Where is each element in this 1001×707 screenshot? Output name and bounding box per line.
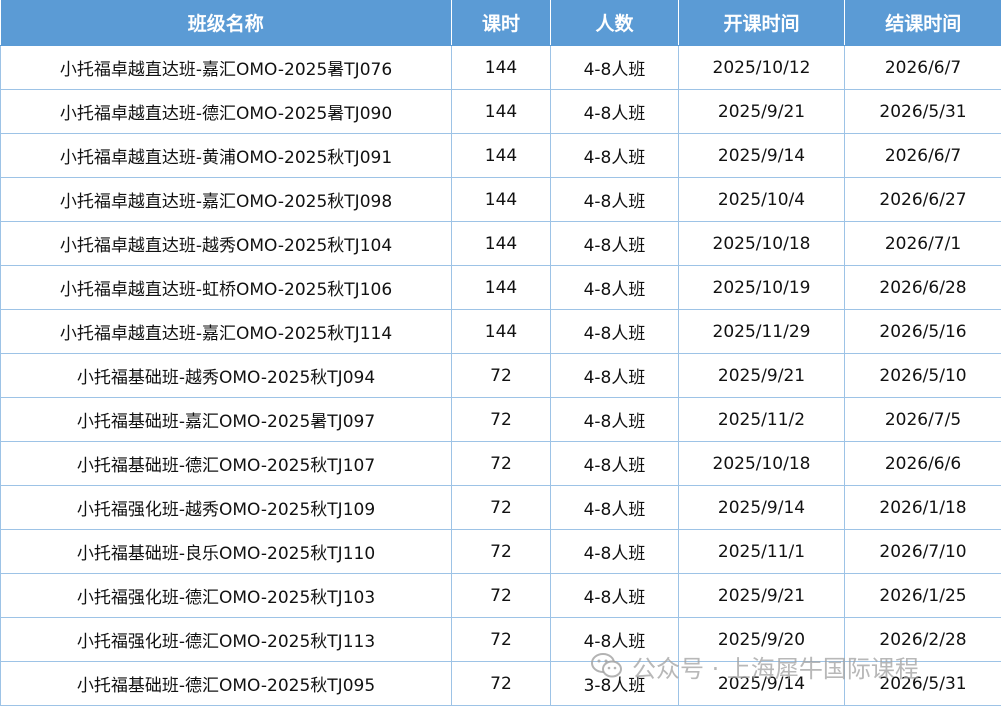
class-name-cell: 小托福卓越直达班-嘉汇OMO-2025秋TJ098 xyxy=(0,177,452,222)
size-cell: 4-8人班 xyxy=(550,45,679,90)
start-date-cell: 2025/9/14 xyxy=(678,485,845,530)
start-date-cell: 2025/10/18 xyxy=(678,441,845,486)
class-name-cell: 小托福强化班-越秀OMO-2025秋TJ109 xyxy=(0,485,452,530)
end-date-cell: 2026/7/10 xyxy=(844,529,1001,574)
size-cell: 4-8人班 xyxy=(550,617,679,662)
hours-cell: 144 xyxy=(451,89,551,134)
end-date-cell: 2026/5/16 xyxy=(844,309,1001,354)
size-cell: 4-8人班 xyxy=(550,529,679,574)
end-date-cell: 2026/7/1 xyxy=(844,221,1001,266)
hours-cell: 72 xyxy=(451,397,551,442)
hours-cell: 144 xyxy=(451,45,551,90)
size-cell: 4-8人班 xyxy=(550,177,679,222)
start-date-cell: 2025/9/21 xyxy=(678,89,845,134)
header-end-date: 结课时间 xyxy=(844,0,1001,46)
end-date-cell: 2026/2/28 xyxy=(844,617,1001,662)
end-date-cell: 2026/6/7 xyxy=(844,45,1001,90)
class-name-cell: 小托福基础班-德汇OMO-2025秋TJ095 xyxy=(0,661,452,706)
header-size: 人数 xyxy=(550,0,679,46)
class-schedule-table: 班级名称 课时 人数 开课时间 结课时间 小托福卓越直达班-嘉汇OMO-2025… xyxy=(0,0,1001,706)
start-date-cell: 2025/11/2 xyxy=(678,397,845,442)
end-date-cell: 2026/6/28 xyxy=(844,265,1001,310)
size-cell: 4-8人班 xyxy=(550,353,679,398)
table-row: 小托福基础班-良乐OMO-2025秋TJ110 72 4-8人班 2025/11/1 2… xyxy=(0,529,1001,574)
size-cell: 4-8人班 xyxy=(550,573,679,618)
hours-cell: 72 xyxy=(451,485,551,530)
hours-cell: 72 xyxy=(451,661,551,706)
hours-cell: 144 xyxy=(451,309,551,354)
table-header: 班级名称 课时 人数 开课时间 结课时间 xyxy=(0,0,1001,46)
start-date-cell: 2025/9/21 xyxy=(678,353,845,398)
class-name-cell: 小托福卓越直达班-虹桥OMO-2025秋TJ106 xyxy=(0,265,452,310)
size-cell: 4-8人班 xyxy=(550,397,679,442)
table-row: 小托福基础班-德汇OMO-2025秋TJ095 72 3-8人班 2025/9/14 2… xyxy=(0,661,1001,706)
header-class-name: 班级名称 xyxy=(0,0,452,46)
table-row: 小托福基础班-越秀OMO-2025秋TJ094 72 4-8人班 2025/9/21 2… xyxy=(0,353,1001,398)
table-row: 小托福强化班-德汇OMO-2025秋TJ113 72 4-8人班 2025/9/20 2… xyxy=(0,617,1001,662)
hours-cell: 72 xyxy=(451,573,551,618)
start-date-cell: 2025/9/14 xyxy=(678,133,845,178)
class-name-cell: 小托福卓越直达班-嘉汇OMO-2025秋TJ114 xyxy=(0,309,452,354)
start-date-cell: 2025/11/1 xyxy=(678,529,845,574)
end-date-cell: 2026/6/6 xyxy=(844,441,1001,486)
table-row: 小托福强化班-越秀OMO-2025秋TJ109 72 4-8人班 2025/9/14 2… xyxy=(0,485,1001,530)
end-date-cell: 2026/5/31 xyxy=(844,661,1001,706)
header-start-date: 开课时间 xyxy=(678,0,845,46)
header-row: 班级名称 课时 人数 开课时间 结课时间 xyxy=(0,0,1001,46)
start-date-cell: 2025/9/21 xyxy=(678,573,845,618)
size-cell: 4-8人班 xyxy=(550,221,679,266)
table-row: 小托福卓越直达班-德汇OMO-2025暑TJ090 144 4-8人班 2025/9/… xyxy=(0,89,1001,134)
size-cell: 4-8人班 xyxy=(550,309,679,354)
table-row: 小托福卓越直达班-虹桥OMO-2025秋TJ106 144 4-8人班 2025/10… xyxy=(0,265,1001,310)
start-date-cell: 2025/10/18 xyxy=(678,221,845,266)
class-name-cell: 小托福卓越直达班-黄浦OMO-2025秋TJ091 xyxy=(0,133,452,178)
hours-cell: 144 xyxy=(451,265,551,310)
end-date-cell: 2026/6/27 xyxy=(844,177,1001,222)
class-name-cell: 小托福基础班-德汇OMO-2025秋TJ107 xyxy=(0,441,452,486)
size-cell: 3-8人班 xyxy=(550,661,679,706)
start-date-cell: 2025/10/19 xyxy=(678,265,845,310)
class-name-cell: 小托福卓越直达班-嘉汇OMO-2025暑TJ076 xyxy=(0,45,452,90)
end-date-cell: 2026/7/5 xyxy=(844,397,1001,442)
class-name-cell: 小托福强化班-德汇OMO-2025秋TJ113 xyxy=(0,617,452,662)
hours-cell: 72 xyxy=(451,353,551,398)
header-hours: 课时 xyxy=(451,0,551,46)
table-row: 小托福基础班-德汇OMO-2025秋TJ107 72 4-8人班 2025/10/18… xyxy=(0,441,1001,486)
end-date-cell: 2026/5/10 xyxy=(844,353,1001,398)
start-date-cell: 2025/11/29 xyxy=(678,309,845,354)
table-row: 小托福强化班-德汇OMO-2025秋TJ103 72 4-8人班 2025/9/21 2… xyxy=(0,573,1001,618)
class-name-cell: 小托福卓越直达班-德汇OMO-2025暑TJ090 xyxy=(0,89,452,134)
hours-cell: 72 xyxy=(451,441,551,486)
hours-cell: 144 xyxy=(451,221,551,266)
class-name-cell: 小托福基础班-越秀OMO-2025秋TJ094 xyxy=(0,353,452,398)
end-date-cell: 2026/6/7 xyxy=(844,133,1001,178)
table-row: 小托福卓越直达班-越秀OMO-2025秋TJ104 144 4-8人班 2025/10… xyxy=(0,221,1001,266)
table-row: 小托福基础班-嘉汇OMO-2025暑TJ097 72 4-8人班 2025/11/2 2… xyxy=(0,397,1001,442)
table-row: 小托福卓越直达班-黄浦OMO-2025秋TJ091 144 4-8人班 2025/9/… xyxy=(0,133,1001,178)
hours-cell: 72 xyxy=(451,529,551,574)
table-row: 小托福卓越直达班-嘉汇OMO-2025暑TJ076 144 4-8人班 2025/10… xyxy=(0,45,1001,90)
class-name-cell: 小托福卓越直达班-越秀OMO-2025秋TJ104 xyxy=(0,221,452,266)
end-date-cell: 2026/1/25 xyxy=(844,573,1001,618)
class-name-cell: 小托福强化班-德汇OMO-2025秋TJ103 xyxy=(0,573,452,618)
size-cell: 4-8人班 xyxy=(550,89,679,134)
start-date-cell: 2025/10/12 xyxy=(678,45,845,90)
start-date-cell: 2025/9/20 xyxy=(678,617,845,662)
hours-cell: 144 xyxy=(451,177,551,222)
table-row: 小托福卓越直达班-嘉汇OMO-2025秋TJ098 144 4-8人班 2025/10… xyxy=(0,177,1001,222)
size-cell: 4-8人班 xyxy=(550,265,679,310)
hours-cell: 144 xyxy=(451,133,551,178)
start-date-cell: 2025/9/14 xyxy=(678,661,845,706)
size-cell: 4-8人班 xyxy=(550,441,679,486)
hours-cell: 72 xyxy=(451,617,551,662)
end-date-cell: 2026/1/18 xyxy=(844,485,1001,530)
class-name-cell: 小托福基础班-嘉汇OMO-2025暑TJ097 xyxy=(0,397,452,442)
table-body: 小托福卓越直达班-嘉汇OMO-2025暑TJ076 144 4-8人班 2025/10… xyxy=(0,45,1001,706)
size-cell: 4-8人班 xyxy=(550,133,679,178)
end-date-cell: 2026/5/31 xyxy=(844,89,1001,134)
size-cell: 4-8人班 xyxy=(550,485,679,530)
table-row: 小托福卓越直达班-嘉汇OMO-2025秋TJ114 144 4-8人班 2025/11… xyxy=(0,309,1001,354)
class-name-cell: 小托福基础班-良乐OMO-2025秋TJ110 xyxy=(0,529,452,574)
start-date-cell: 2025/10/4 xyxy=(678,177,845,222)
